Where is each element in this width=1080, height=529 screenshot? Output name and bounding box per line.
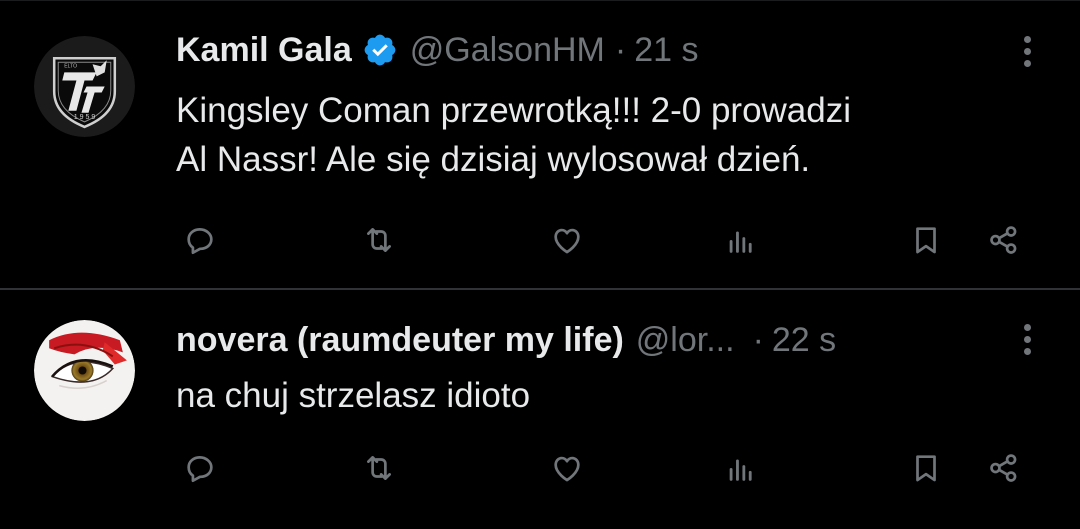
tweet-text-line: na chuj strzelasz idioto — [176, 376, 531, 415]
like-button[interactable] — [545, 446, 589, 490]
tweet-text: na chuj strzelasz idioto — [176, 371, 1036, 420]
action-bar — [176, 446, 1036, 490]
eye-closeup-photo — [34, 320, 135, 421]
timestamp[interactable]: 22 s — [772, 321, 836, 360]
views-icon — [729, 459, 752, 481]
views-button[interactable] — [719, 446, 763, 490]
tweet-header: novera (raumdeuter my life) @lor... · 22… — [176, 320, 836, 360]
reply-icon — [187, 456, 213, 483]
share-button[interactable] — [982, 446, 1026, 490]
reply-button[interactable] — [178, 446, 222, 490]
separator-dot: · — [752, 320, 764, 359]
author-handle[interactable]: @lor... — [636, 321, 735, 360]
bookmark-button[interactable] — [904, 446, 948, 490]
avatar[interactable] — [34, 320, 135, 421]
share-icon — [990, 454, 1017, 482]
retweet-button[interactable] — [357, 446, 401, 490]
more-options-icon[interactable] — [1020, 324, 1034, 360]
tweet-2[interactable]: novera (raumdeuter my life) @lor... · 22… — [0, 0, 1080, 529]
retweet-icon — [367, 456, 391, 480]
bookmark-icon — [916, 455, 936, 482]
author-name[interactable]: novera (raumdeuter my life) — [176, 321, 624, 360]
like-icon — [554, 456, 580, 482]
